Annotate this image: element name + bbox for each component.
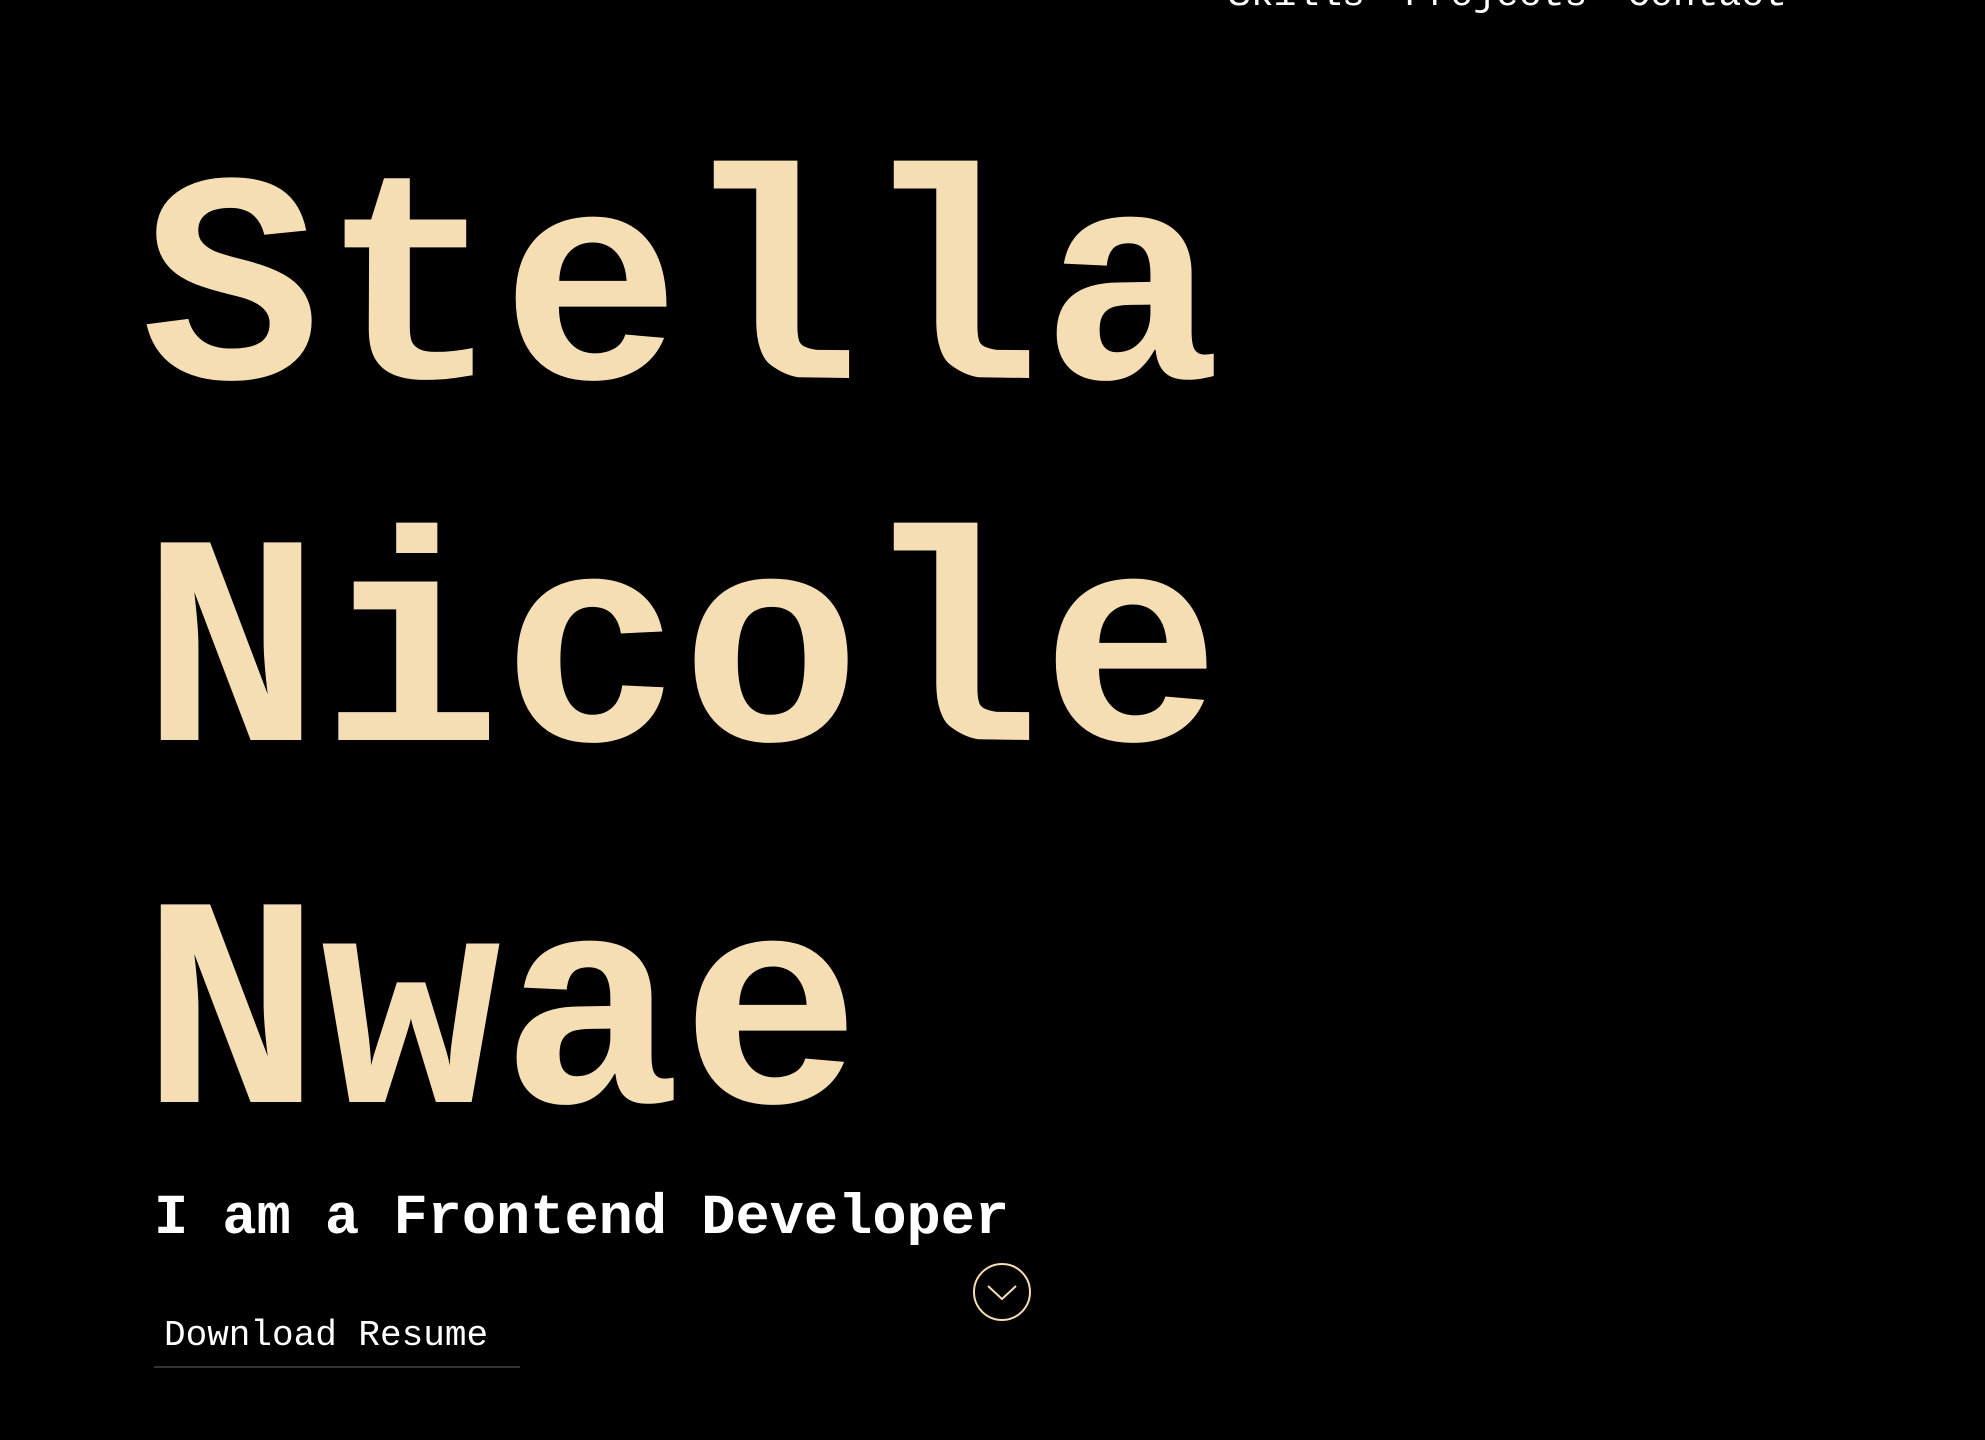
hero-tagline: I am a Frontend Developer (154, 1187, 1010, 1251)
hero-name: Stella Nicole Nwae (141, 118, 1221, 1204)
chevron-down-icon (987, 1285, 1017, 1301)
nav-link-projects[interactable]: Projects (1405, 0, 1587, 17)
scroll-down-button[interactable] (973, 1263, 1031, 1321)
hero-name-middle: Nicole (141, 491, 1222, 831)
top-nav: Skills Projects Contact (1228, 0, 1787, 17)
hero-name-last: Nwae (141, 853, 862, 1193)
download-resume-button[interactable]: Download Resume (154, 1311, 520, 1368)
nav-link-skills[interactable]: Skills (1228, 0, 1365, 17)
hero-name-first: Stella (141, 129, 1222, 469)
nav-link-contact[interactable]: Contact (1627, 0, 1787, 17)
